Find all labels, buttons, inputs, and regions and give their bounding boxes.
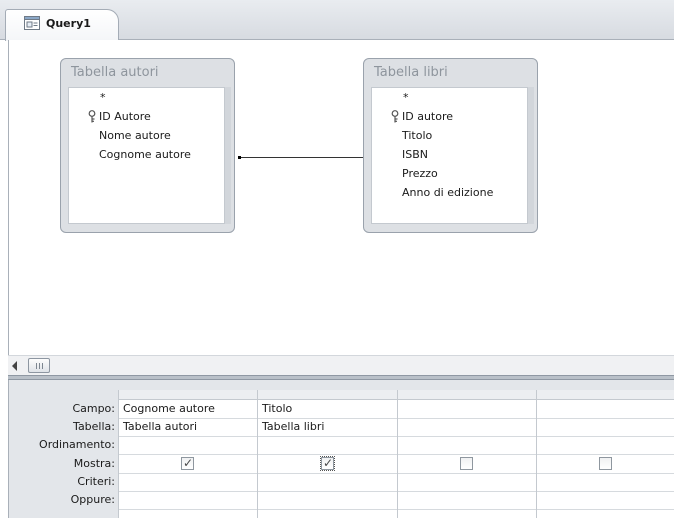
field-list-title: Tabella libri [374, 65, 448, 80]
field-nome-autore[interactable]: Nome autore [69, 126, 224, 145]
field-list-scrollbar[interactable] [528, 87, 534, 224]
field-id-autore[interactable]: ID Autore [69, 107, 224, 126]
cell-criteri-col1[interactable] [119, 472, 257, 491]
row-label-campo: Campo: [72, 402, 115, 415]
query-design-pane: Tabella autori * ID Autore Nome autore C… [8, 40, 674, 355]
row-label-mostra: Mostra: [73, 457, 115, 470]
grid-row-divider [118, 454, 674, 455]
scrollbar-thumb[interactable] [28, 358, 50, 373]
cell-ordinamento-col1[interactable] [119, 435, 257, 454]
primary-key-icon [88, 110, 96, 123]
field-label: ID Autore [99, 110, 151, 123]
cell-campo-col4[interactable] [537, 399, 674, 418]
cell-tabella-col1[interactable]: Tabella autori [119, 417, 257, 436]
show-checkbox-col2[interactable]: ✓ [320, 456, 335, 471]
cell-tabella-col3[interactable] [398, 417, 536, 436]
show-checkbox-col4[interactable] [599, 457, 612, 470]
arrow-left-icon[interactable] [12, 361, 17, 371]
field-list-box: * ID Autore Nome autore Cognome autore [68, 87, 225, 224]
query-icon [24, 16, 40, 30]
join-end-dot [238, 156, 241, 159]
cell-tabella-col4[interactable] [537, 417, 674, 436]
field-list-tabella-autori[interactable]: Tabella autori * ID Autore Nome autore C… [60, 58, 235, 233]
cell-campo-col2[interactable]: Titolo [258, 399, 397, 418]
field-list-tabella-libri[interactable]: Tabella libri * ID autore Titolo ISBN Pr… [363, 58, 538, 233]
show-checkbox-col3[interactable] [460, 457, 473, 470]
grip-icon [36, 363, 43, 369]
row-label-criteri: Criteri: [77, 475, 115, 488]
field-titolo[interactable]: Titolo [372, 126, 527, 145]
row-label-oppure: Oppure: [70, 493, 115, 506]
field-list-scrollbar[interactable] [225, 87, 231, 224]
field-id-autore[interactable]: ID autore [372, 107, 527, 126]
tab-query1[interactable]: Query1 [5, 9, 119, 41]
design-pane-horizontal-scrollbar[interactable] [8, 355, 674, 375]
cell-campo-col3[interactable] [398, 399, 536, 418]
query-design-grid: Campo: Tabella: Ordinamento: Mostra: Cri… [8, 380, 674, 518]
show-checkbox-col1[interactable]: ✓ [181, 456, 194, 470]
checkmark-icon: ✓ [323, 456, 334, 470]
primary-key-icon [391, 110, 399, 123]
checkmark-icon: ✓ [183, 456, 194, 470]
relationship-join-line[interactable] [239, 157, 372, 158]
field-isbn[interactable]: ISBN [372, 145, 527, 164]
cell-tabella-col2[interactable]: Tabella libri [258, 417, 397, 436]
field-cognome-autore[interactable]: Cognome autore [69, 145, 224, 164]
cell-campo-col1[interactable]: Cognome autore [119, 399, 257, 418]
field-list-box: * ID autore Titolo ISBN Prezzo Anno di e… [371, 87, 528, 224]
cell-criteri-col2[interactable] [258, 472, 397, 491]
field-list-title: Tabella autori [71, 65, 159, 80]
row-label-ordinamento: Ordinamento: [39, 438, 115, 451]
field-prezzo[interactable]: Prezzo [372, 164, 527, 183]
grid-row-divider [118, 509, 674, 510]
cell-oppure-col1[interactable] [119, 490, 257, 509]
cell-oppure-col2[interactable] [258, 490, 397, 509]
row-label-tabella: Tabella: [73, 420, 115, 433]
document-tab-strip: Query1 [0, 0, 674, 41]
tab-title: Query1 [46, 17, 91, 30]
field-label: ID autore [402, 110, 454, 123]
cell-ordinamento-col2[interactable] [258, 435, 397, 454]
field-anno-di-edizione[interactable]: Anno di edizione [372, 183, 527, 202]
